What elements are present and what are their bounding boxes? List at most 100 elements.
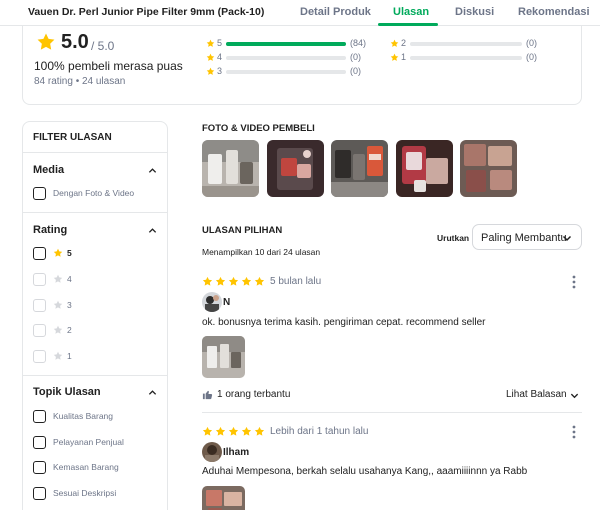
star-icon: [254, 426, 265, 436]
helpful-count: 1 orang terbantu: [217, 389, 291, 400]
star-icon: [390, 53, 399, 61]
checkbox[interactable]: [33, 350, 46, 363]
reviewer-name: Ilham: [223, 447, 250, 458]
distribution-count: (0): [350, 66, 361, 76]
distribution-count: (0): [526, 52, 537, 62]
star-icon: [215, 426, 226, 436]
more-options-icon[interactable]: [571, 275, 577, 289]
checkbox-label: Pelayanan Penjual: [53, 437, 124, 447]
rating-option-label: 1: [67, 351, 72, 361]
buyer-media-thumbnail[interactable]: [396, 140, 453, 197]
distribution-star-label: 4: [217, 52, 223, 62]
review-text: Aduhai Mempesona, berkah selalu usahanya…: [202, 466, 528, 477]
checkbox[interactable]: [33, 247, 46, 260]
rating-scale: / 5.0: [91, 39, 115, 53]
distribution-bar: [226, 56, 346, 60]
reviews-section-title: ULASAN PILIHAN: [202, 225, 283, 236]
distribution-bar: [410, 42, 522, 46]
sort-selected-value: Paling Membantu: [481, 232, 567, 244]
rating-option-label: 2: [67, 325, 72, 335]
checkbox[interactable]: [33, 410, 46, 423]
checkbox[interactable]: [33, 436, 46, 449]
reviewer-avatar: [202, 442, 222, 462]
active-tab-indicator: [378, 23, 438, 26]
star-icon: [254, 276, 265, 286]
divider: [202, 412, 582, 413]
buyer-media-thumbnail[interactable]: [267, 140, 324, 197]
filter-section-media[interactable]: Media: [33, 164, 64, 176]
rating-option-label: 4: [67, 274, 72, 284]
distribution-bar-fill: [226, 42, 346, 46]
reviewer-avatar: [202, 292, 222, 312]
review-time: Lebih dari 1 tahun lalu: [270, 426, 369, 437]
view-reply-link[interactable]: Lihat Balasan: [506, 389, 567, 400]
thumbs-up-icon: [202, 390, 213, 400]
distribution-bar: [226, 42, 346, 46]
rating-review-count: 84 rating • 24 ulasan: [34, 76, 126, 87]
star-icon: [206, 67, 215, 75]
rating-option-label: 5: [67, 248, 72, 258]
distribution-bar: [226, 70, 346, 74]
filter-section-rating[interactable]: Rating: [33, 224, 67, 236]
review-star-rating: [202, 426, 268, 438]
sort-dropdown[interactable]: Paling Membantu: [472, 224, 582, 250]
star-icon: [215, 276, 226, 286]
chevron-down-icon[interactable]: [570, 391, 579, 400]
star-icon: [241, 276, 252, 286]
tab-ulasan[interactable]: Ulasan: [393, 6, 429, 18]
star-icon: [202, 276, 213, 286]
buyer-media-thumbnail[interactable]: [202, 140, 259, 197]
tab-detail-produk[interactable]: Detail Produk: [300, 6, 371, 18]
checkbox-label: Kualitas Barang: [53, 411, 114, 421]
buyer-media-thumbnail[interactable]: [331, 140, 388, 197]
review-time: 5 bulan lalu: [270, 276, 322, 287]
filter-section-topik[interactable]: Topik Ulasan: [33, 386, 101, 398]
divider: [23, 152, 167, 153]
checkbox-label: Sesuai Deskripsi: [53, 488, 117, 498]
satisfaction-text: 100% pembeli merasa puas: [34, 59, 183, 73]
star-icon: [53, 300, 63, 309]
star-icon: [53, 274, 63, 283]
star-icon: [202, 426, 213, 436]
chevron-down-icon: [562, 235, 572, 242]
star-icon: [241, 426, 252, 436]
tab-diskusi[interactable]: Diskusi: [455, 6, 494, 18]
review-photo[interactable]: [202, 336, 245, 378]
chevron-up-icon[interactable]: [148, 166, 157, 175]
checkbox[interactable]: [33, 273, 46, 286]
checkbox[interactable]: [33, 187, 46, 200]
chevron-up-icon[interactable]: [148, 226, 157, 235]
filter-title: FILTER ULASAN: [33, 132, 112, 143]
average-star-icon: [37, 33, 55, 50]
reviewer-name: N: [223, 297, 231, 308]
review-filter-panel: FILTER ULASAN Media Dengan Foto & Video …: [22, 121, 168, 510]
checkbox-label: Dengan Foto & Video: [53, 188, 135, 198]
star-icon: [53, 351, 63, 360]
product-header: Vauen Dr. Perl Junior Pipe Filter 9mm (P…: [0, 0, 600, 26]
product-title: Vauen Dr. Perl Junior Pipe Filter 9mm (P…: [28, 6, 265, 18]
helpful-button[interactable]: 1 orang terbantu: [202, 388, 312, 402]
checkbox-label: Kemasan Barang: [53, 462, 119, 472]
tab-rekomendasi[interactable]: Rekomendasi: [518, 6, 590, 18]
star-icon: [390, 39, 399, 47]
distribution-count: (84): [350, 38, 367, 48]
more-options-icon[interactable]: [571, 425, 577, 439]
review-star-rating: [202, 276, 268, 288]
review-text: ok. bonusnya terima kasih. pengiriman ce…: [202, 317, 486, 328]
sort-label: Urutkan: [437, 233, 470, 243]
average-rating: 5.0: [61, 31, 89, 53]
chevron-up-icon[interactable]: [148, 388, 157, 397]
rating-option-label: 3: [67, 300, 72, 310]
checkbox[interactable]: [33, 299, 46, 312]
review-photo[interactable]: [202, 486, 245, 510]
star-icon: [228, 426, 239, 436]
star-icon: [53, 325, 63, 334]
checkbox[interactable]: [33, 324, 46, 337]
distribution-star-label: 2: [401, 38, 407, 48]
star-icon: [206, 39, 215, 47]
checkbox[interactable]: [33, 461, 46, 474]
distribution-bar: [410, 56, 522, 60]
buyer-media-thumbnail[interactable]: [460, 140, 517, 197]
checkbox[interactable]: [33, 487, 46, 500]
divider: [23, 212, 167, 213]
